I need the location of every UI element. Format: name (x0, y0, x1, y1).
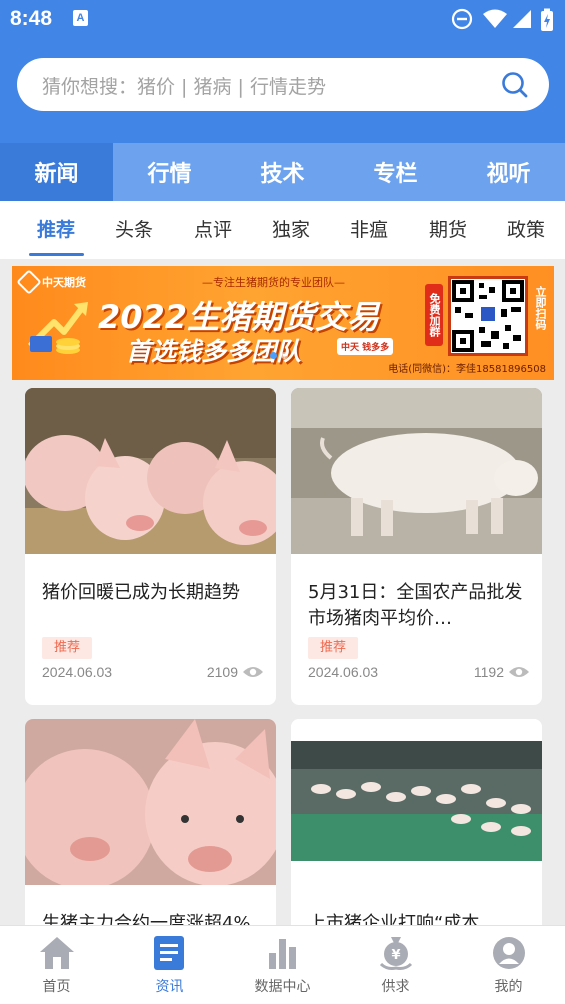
search-icon[interactable] (501, 71, 529, 99)
news-icon[interactable] (152, 934, 188, 972)
banner-subtitle: —专注生猪期货的专业团队— (202, 276, 345, 289)
article-card[interactable]: 猪价回暖已成为长期趋势 推荐 2024.06.03 2109 (25, 388, 276, 705)
home-icon[interactable] (38, 934, 76, 972)
tab-column[interactable]: 专栏 (339, 143, 452, 201)
pig-photo-icon (291, 388, 542, 554)
subtab-recommended[interactable]: 推荐 (37, 215, 75, 242)
banner-free-join: 免费加群 (425, 284, 443, 346)
promo-banner[interactable]: 中天期货 —专注生猪期货的专业团队— 2022生猪期货交易 首选钱多多团队 中天… (12, 266, 554, 380)
banner-scan-text: 立即扫码 (534, 286, 547, 330)
article-image (25, 719, 276, 885)
banner-logo: 中天期货 (16, 269, 110, 295)
search-bar[interactable]: 猜你想搜：猪价 | 猪病 | 行情走势 (17, 58, 549, 111)
article-image (291, 719, 542, 885)
eye-icon (509, 667, 529, 677)
main-tab-bar: 新闻 行情 技术 专栏 视听 (0, 143, 565, 201)
piglets-closeup-photo-icon (25, 719, 276, 885)
nav-supply-demand-label[interactable]: 供求 (382, 976, 410, 996)
article-date: 2024.06.03 (308, 664, 379, 680)
banner-logo-text: 中天期货 (42, 276, 86, 289)
tab-technology[interactable]: 技术 (226, 143, 339, 201)
banner-brand: 中天 钱多多 (337, 338, 394, 355)
nav-home-label[interactable]: 首页 (43, 976, 71, 996)
qr-code (448, 276, 528, 356)
pig-farm-photo-icon (291, 719, 542, 885)
battery-charging-icon (541, 8, 553, 31)
article-title[interactable]: 5月31日：全国农产品批发市场猪肉平均价… (308, 580, 530, 632)
status-bar: 8:48 A (0, 0, 565, 40)
user-icon[interactable] (491, 934, 527, 972)
chart-icon[interactable] (265, 934, 301, 972)
tab-news[interactable]: 新闻 (0, 143, 113, 201)
nav-news-label[interactable]: 资讯 (156, 976, 184, 996)
subtab-policy[interactable]: 政策 (507, 215, 545, 242)
notification-badge-icon: A (73, 10, 88, 26)
view-count-value: 2109 (206, 664, 238, 680)
subtab-headlines[interactable]: 头条 (115, 215, 153, 242)
recommend-tag: 推荐 (42, 637, 93, 659)
article-card[interactable]: 上市猪企业打响“成本 (291, 719, 542, 949)
nav-news[interactable]: 资讯 (113, 926, 226, 1004)
subtab-exclusive[interactable]: 独家 (272, 215, 310, 242)
banner-pager (270, 352, 288, 359)
subtab-asf[interactable]: 非瘟 (350, 215, 388, 242)
article-title[interactable]: 猪价回暖已成为长期趋势 (42, 580, 264, 606)
nav-data-center-label[interactable]: 数据中心 (255, 976, 311, 996)
yuan-bag-icon[interactable]: ¥ (377, 934, 415, 972)
sub-tab-bar: 推荐 头条 点评 独家 非瘟 期货 政策 (0, 201, 565, 259)
article-image (291, 388, 542, 554)
coins-arrow-illustration-icon (27, 302, 88, 354)
bottom-navigation: 首页 资讯 数据中心 ¥ 供求 我的 (0, 925, 565, 1004)
article-card[interactable]: 5月31日：全国农产品批发市场猪肉平均价… 推荐 2024.06.03 1192 (291, 388, 542, 705)
subtab-commentary[interactable]: 点评 (194, 215, 232, 242)
piglets-photo-icon (25, 388, 276, 554)
wifi-icon (483, 9, 507, 28)
banner-tagline: 首选钱多多团队 (126, 337, 302, 366)
app-header: 8:48 A 猜你想搜：猪价 | 猪病 | 行情走势 (0, 0, 565, 143)
search-placeholder[interactable]: 猜你想搜：猪价 | 猪病 | 行情走势 (42, 72, 326, 99)
recommend-tag: 推荐 (308, 637, 359, 659)
pager-dot (281, 352, 288, 359)
tab-video[interactable]: 视听 (452, 143, 565, 201)
article-image (25, 388, 276, 554)
nav-profile[interactable]: 我的 (452, 926, 565, 1004)
active-tab-indicator (29, 253, 84, 256)
pager-dot (270, 352, 277, 359)
nav-home[interactable]: 首页 (0, 926, 113, 1004)
do-not-disturb-icon (451, 8, 473, 30)
nav-supply-demand[interactable]: ¥ 供求 (339, 926, 452, 1004)
subtab-futures[interactable]: 期货 (429, 215, 467, 242)
logo-mark-icon (16, 269, 42, 295)
nav-profile-label[interactable]: 我的 (495, 976, 523, 996)
view-count-value: 1192 (473, 664, 504, 680)
article-card[interactable]: 生猪主力合约一度涨超4% (25, 719, 276, 949)
tab-market[interactable]: 行情 (113, 143, 226, 201)
eye-icon (243, 667, 263, 677)
signal-icon (513, 10, 531, 28)
svg-text:¥: ¥ (391, 948, 400, 963)
article-date: 2024.06.03 (42, 664, 113, 680)
banner-phone: 电话(同微信)：李佳18581896508 (388, 364, 546, 375)
status-time: 8:48 (10, 7, 53, 30)
view-count: 1192 (474, 664, 530, 680)
nav-data-center[interactable]: 数据中心 (226, 926, 339, 1004)
view-count: 2109 (207, 664, 264, 680)
